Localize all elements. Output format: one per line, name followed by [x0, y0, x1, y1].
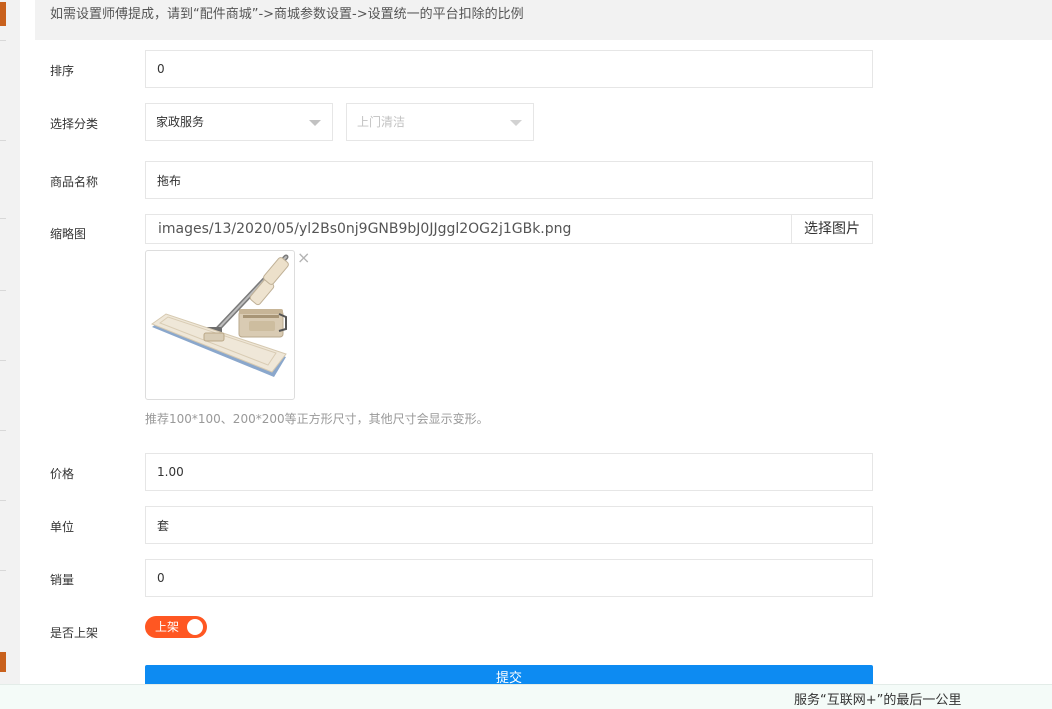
choose-image-button[interactable]: 选择图片 — [791, 214, 873, 244]
close-icon[interactable]: × — [297, 250, 311, 266]
page: 如需设置师傅提成，请到“配件商城”->商城参数设置->设置统一的平台扣除的比例 … — [0, 0, 1052, 709]
sidebar-divider — [0, 570, 6, 571]
sidebar-divider — [0, 40, 6, 41]
sidebar-divider — [0, 218, 6, 219]
unit-label: 单位 — [50, 520, 75, 534]
category-label: 选择分类 — [50, 117, 99, 131]
sidebar-divider — [0, 290, 6, 291]
unit-input[interactable] — [145, 506, 873, 544]
bucket-illustration — [238, 309, 287, 338]
sidebar-accent-bottom — [0, 652, 6, 672]
on-shelf-label: 是否上架 — [50, 626, 99, 640]
thumbnail-label: 缩略图 — [50, 227, 87, 241]
price-input[interactable] — [145, 453, 873, 491]
sidebar-divider — [0, 500, 6, 501]
product-name-input[interactable] — [145, 161, 873, 199]
thumbnail-path-input[interactable]: images/13/2020/05/yl2Bs0nj9GNB9bJ0JJggl2… — [145, 214, 792, 244]
sidebar-divider — [0, 140, 6, 141]
sidebar-divider — [0, 360, 6, 361]
chevron-down-icon — [309, 120, 321, 126]
on-shelf-toggle-text: 上架 — [155, 620, 180, 634]
sort-label: 排序 — [50, 64, 75, 78]
footer-slogan: 服务“互联网+”的最后一公里 — [794, 693, 962, 708]
sidebar-divider — [0, 430, 6, 431]
secondary-category-value: 上门清洁 — [357, 115, 406, 129]
chevron-down-icon — [510, 120, 522, 126]
toggle-knob — [187, 619, 203, 635]
footer-bar: 服务“互联网+”的最后一公里 — [0, 684, 1052, 709]
primary-category-value: 家政服务 — [156, 115, 205, 129]
secondary-category-select[interactable]: 上门清洁 — [346, 103, 534, 141]
mop-image — [150, 254, 289, 377]
on-shelf-toggle[interactable]: 上架 — [145, 616, 207, 638]
thumbnail-preview — [145, 250, 295, 400]
thumbnail-size-hint: 推荐100*100、200*200等正方形尺寸，其他尺寸会显示变形。 — [145, 412, 489, 426]
left-edge-strip — [0, 0, 20, 709]
primary-category-select[interactable]: 家政服务 — [145, 103, 333, 141]
sales-label: 销量 — [50, 573, 75, 587]
commission-notice: 如需设置师傅提成，请到“配件商城”->商城参数设置->设置统一的平台扣除的比例 — [35, 0, 1052, 40]
price-label: 价格 — [50, 467, 75, 481]
product-name-label: 商品名称 — [50, 175, 99, 189]
sidebar-accent-top — [0, 2, 6, 26]
sort-input[interactable] — [145, 50, 873, 88]
sales-input[interactable] — [145, 559, 873, 597]
